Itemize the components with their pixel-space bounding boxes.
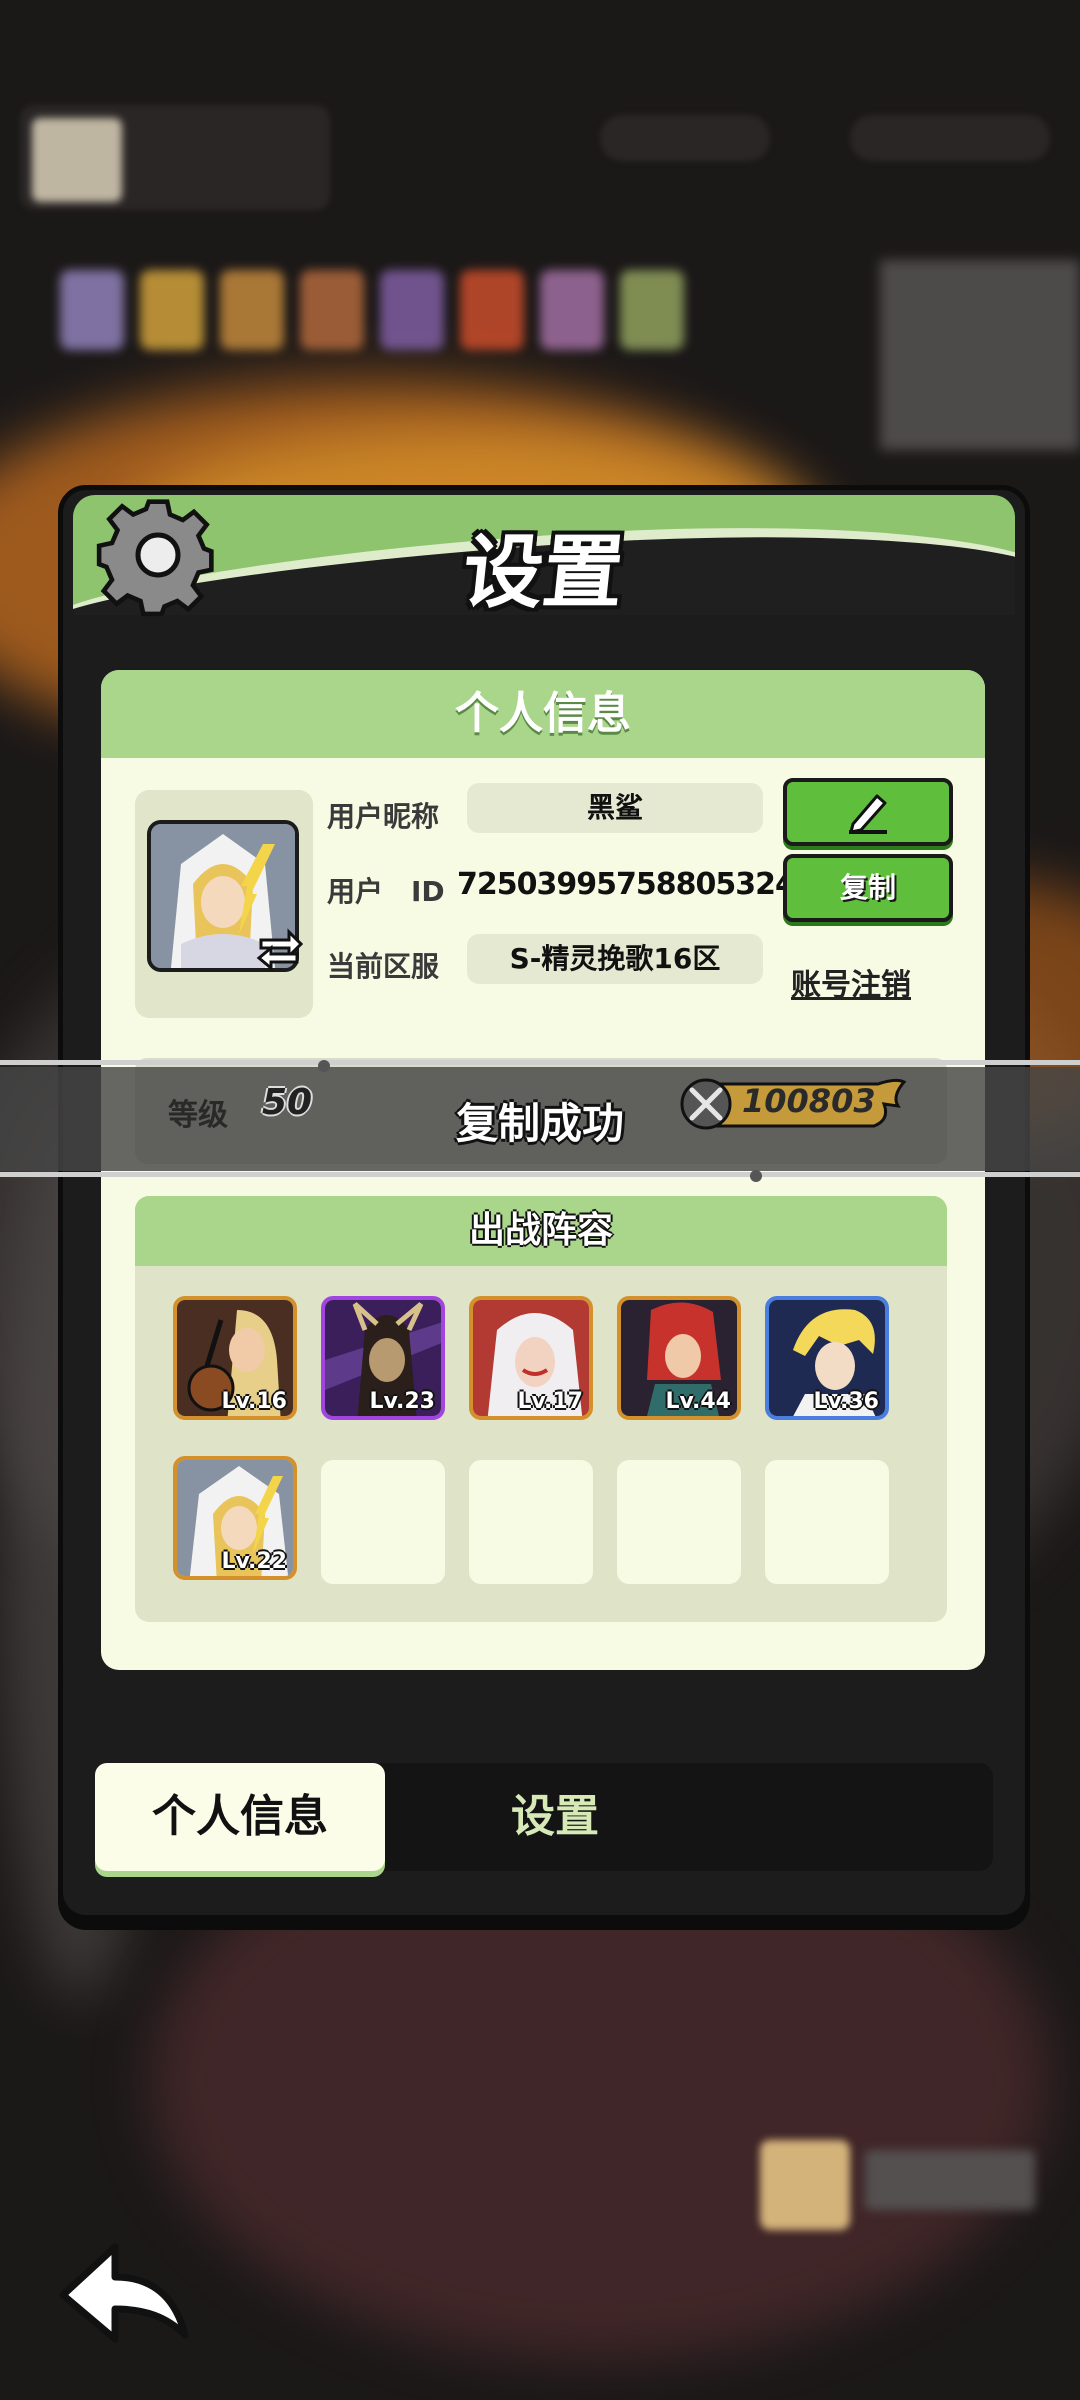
server-label: 当前区服	[327, 950, 440, 983]
empty-lineup-slot[interactable]	[321, 1460, 445, 1584]
edit-pencil-icon	[849, 794, 887, 834]
lineup-hero-slot[interactable]: Lv.36	[765, 1296, 889, 1420]
nickname-value: 黑鲨	[467, 783, 763, 833]
account-cancel-link[interactable]: 账号注销	[791, 960, 911, 1004]
lineup-hero-slot[interactable]: Lv.22	[173, 1456, 297, 1580]
hero-level: Lv.23	[369, 1389, 435, 1414]
user-id-label: 用户 ID	[327, 875, 445, 908]
bottom-tab-bar: 个人信息 设置	[95, 1763, 993, 1871]
hero-level: Lv.44	[665, 1389, 731, 1414]
empty-lineup-slot[interactable]	[469, 1460, 593, 1584]
server-value: S-精灵挽歌16区	[467, 934, 763, 984]
divider-dot	[318, 1060, 330, 1072]
lineup-title: 出战阵容	[135, 1196, 947, 1266]
hero-level: Lv.22	[221, 1549, 287, 1574]
lineup-hero-slot[interactable]: Lv.44	[617, 1296, 741, 1420]
dialog-title: 设置	[458, 526, 629, 619]
lineup-hero-slot[interactable]: Lv.17	[469, 1296, 593, 1420]
back-arrow-icon[interactable]	[55, 2235, 195, 2345]
switch-arrows-icon[interactable]	[255, 924, 303, 972]
tab-personal-info[interactable]: 个人信息	[95, 1763, 385, 1871]
toast-message: 复制成功	[455, 1099, 624, 1148]
section-title: 个人信息	[101, 670, 985, 758]
copy-id-button[interactable]: 复制	[783, 854, 953, 922]
empty-lineup-slot[interactable]	[617, 1460, 741, 1584]
user-id-value: 72503995758805324	[457, 867, 796, 902]
tab-settings[interactable]: 设置	[455, 1763, 655, 1871]
hero-level: Lv.17	[517, 1389, 583, 1414]
hero-level: Lv.36	[813, 1389, 879, 1414]
hero-level: Lv.16	[221, 1389, 287, 1414]
profile-avatar-box	[135, 790, 313, 1018]
edit-nickname-button[interactable]	[783, 778, 953, 846]
empty-lineup-slot[interactable]	[765, 1460, 889, 1584]
lineup-hero-slot[interactable]: Lv.16	[173, 1296, 297, 1420]
lineup-hero-slot[interactable]: Lv.23	[321, 1296, 445, 1420]
settings-dialog: 设置 个人信息 用户昵称 黑鲨 用户 ID 72503995758805324 …	[58, 485, 1030, 1920]
toast-bottom-line	[0, 1172, 1080, 1177]
nickname-label: 用户昵称	[327, 800, 440, 833]
divider-dot	[750, 1170, 762, 1182]
battle-lineup: 出战阵容 Lv.16 Lv.23 Lv.17 Lv.44 Lv.36 Lv.22	[135, 1196, 947, 1622]
toast-top-line	[0, 1060, 1080, 1065]
